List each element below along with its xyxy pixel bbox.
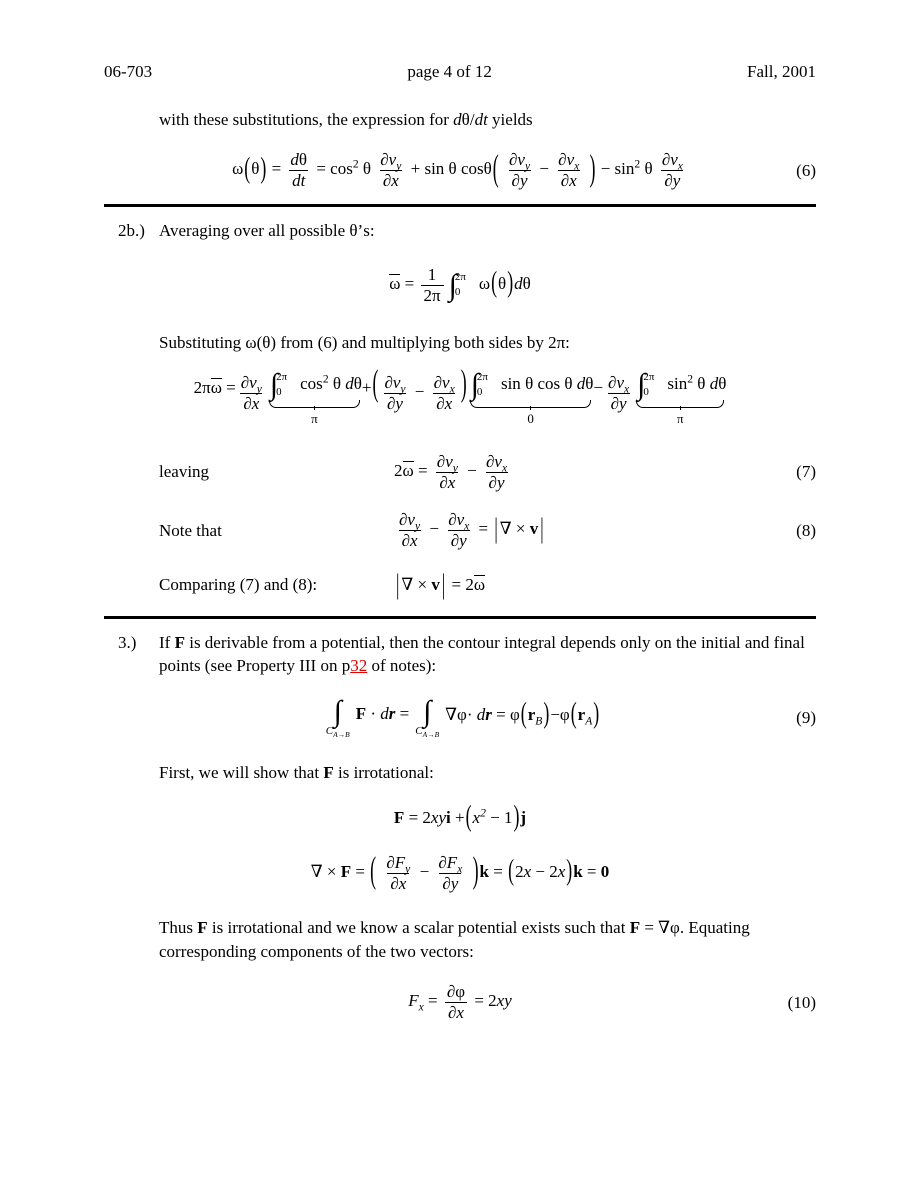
equation-compare-row: Comparing (7) and (8): | ∇ × v | = 2ω [104, 567, 816, 601]
page-header: 06-703 page 4 of 12 Fall, 2001 [104, 62, 816, 82]
underbrace-value-3: π [676, 411, 684, 427]
section-3-number: 3.) [118, 632, 137, 652]
section-3: 3.) If F is derivable from a potential, … [112, 631, 816, 678]
equation-10: Fx = ∂φ ∂x = 2xy [408, 982, 512, 1023]
intro-text-after: yields [487, 110, 533, 129]
thus-a: Thus [159, 918, 198, 938]
thus-c: is irrotational and we know a scalar pot… [207, 918, 630, 938]
section-2b-text: Averaging over all possible θ’s: [159, 220, 375, 240]
section-3-text-part1: If [159, 632, 175, 652]
equation-8-row: Note that ∂vy ∂x − ∂vx ∂y = | ∇ × v | (8) [104, 511, 816, 549]
substituting-text: Substituting ω(θ) from (6) and multiplyi… [159, 332, 570, 352]
equation-curl: ∇ × F = ( ∂Fy ∂x − ∂Fx ∂y )k = (2x − 2x)k … [310, 849, 610, 893]
equation-average: ω = 1 2π ∫ 2π 0 ω(θ)dθ [389, 265, 531, 305]
section-divider-1 [104, 203, 816, 207]
equation-curl-row: ∇ × F = ( ∂Fy ∂x − ∂Fx ∂y )k = (2x − 2x)k … [104, 849, 816, 893]
equation-9: ∫ CA→B F · dr = ∫ CA→B ∇φ· dr = φ(rB)−φ(rA… [325, 694, 600, 739]
first-show-c: is irrotational: [333, 762, 434, 782]
section-3-text-part2: is derivable from a potential, then the … [159, 632, 805, 676]
equation-9-row: ∫ CA→B F · dr = ∫ CA→B ∇φ· dr = φ(rB)−φ(rA… [104, 694, 816, 739]
equation-F: F = 2xyi +(x2 − 1)j [393, 798, 527, 832]
page-content: 06-703 page 4 of 12 Fall, 2001 with thes… [104, 62, 816, 1022]
equation-7-number: (7) [796, 462, 816, 482]
equation-F-row: F = 2xyi +(x2 − 1)j [104, 798, 816, 832]
equation-8-number: (8) [796, 520, 816, 540]
page-32-link[interactable]: 32 [350, 656, 367, 675]
equation-7-row: leaving 2ω = ∂vy ∂x − ∂vx ∂y (7) [104, 453, 816, 491]
equation-big: 2πω = ∂vy ∂x ∫ 2π 0 cos2 θ dθ π + ( ∂vy ∂y − … [193, 362, 727, 427]
first-show-bold-F: F [323, 762, 334, 782]
underbrace-term-3: ∫ 2π 0 sin2 θ dθ π [634, 370, 726, 427]
section-2b-number: 2b.) [118, 220, 145, 240]
equation-big-row: 2πω = ∂vy ∂x ∫ 2π 0 cos2 θ dθ π + ( ∂vy ∂y − … [104, 362, 816, 427]
first-show-line: First, we will show that F is irrotation… [159, 761, 814, 784]
header-page-label: page 4 of 12 [407, 62, 492, 81]
equation-8-label: Note that [159, 520, 222, 540]
equation-7-label: leaving [159, 462, 210, 482]
first-show-a: First, we will show that [159, 762, 324, 782]
intro-math-d: d [453, 110, 462, 129]
header-term: Fall, 2001 [747, 62, 816, 81]
equation-compare-label: Comparing (7) and (8): [159, 574, 318, 594]
equation-7: 2ω = ∂vy ∂x − ∂vx ∂y [394, 452, 508, 492]
equation-6-row: ω(θ) = dθ dt = cos2 θ ∂vy ∂x + sin θ cosθ(… [104, 146, 816, 191]
equation-average-row: ω = 1 2π ∫ 2π 0 ω(θ)dθ [104, 266, 816, 304]
thus-bold-F-1: F [197, 918, 208, 938]
equation-6: ω(θ) = dθ dt = cos2 θ ∂vy ∂x + sin θ cosθ(… [232, 146, 684, 191]
section-3-text-part3: of notes): [367, 656, 437, 676]
equation-compare: | ∇ × v | = 2ω [396, 567, 486, 601]
underbrace-value-2: 0 [527, 411, 534, 427]
intro-text-before: with these substitutions, the expression… [159, 110, 454, 129]
section-2b: 2b.) Averaging over all possible θ’s: [112, 219, 816, 242]
document-page: 06-703 page 4 of 12 Fall, 2001 with thes… [0, 0, 920, 1191]
equation-9-number: (9) [796, 708, 816, 728]
intro-math-theta: θ [461, 110, 470, 129]
underbrace-term-1: ∫ 2π 0 cos2 θ dθ π [267, 370, 362, 427]
equation-10-number: (10) [787, 992, 816, 1012]
equation-8: ∂vy ∂x − ∂vx ∂y = | ∇ × v | [398, 510, 544, 551]
section-3-bold-F: F [174, 632, 185, 652]
intro-line: with these substitutions, the expression… [159, 108, 814, 131]
substituting-line: Substituting ω(θ) from (6) and multiplyi… [159, 331, 814, 354]
section-3-text: If F is derivable from a potential, then… [159, 631, 816, 678]
intro-math-dt: dt [474, 110, 488, 129]
header-course-code: 06-703 [104, 62, 153, 81]
equation-10-row: Fx = ∂φ ∂x = 2xy (10) [104, 983, 816, 1021]
section-divider-2 [104, 615, 816, 619]
underbrace-term-2: ∫ 2π 0 sin θ cos θ dθ 0 [468, 370, 593, 427]
thus-bold-F-2: F [629, 918, 641, 938]
underbrace-value-1: π [311, 411, 318, 427]
thus-paragraph: Thus F is irrotational and we know a sca… [159, 916, 814, 963]
equation-6-number: (6) [796, 160, 816, 180]
